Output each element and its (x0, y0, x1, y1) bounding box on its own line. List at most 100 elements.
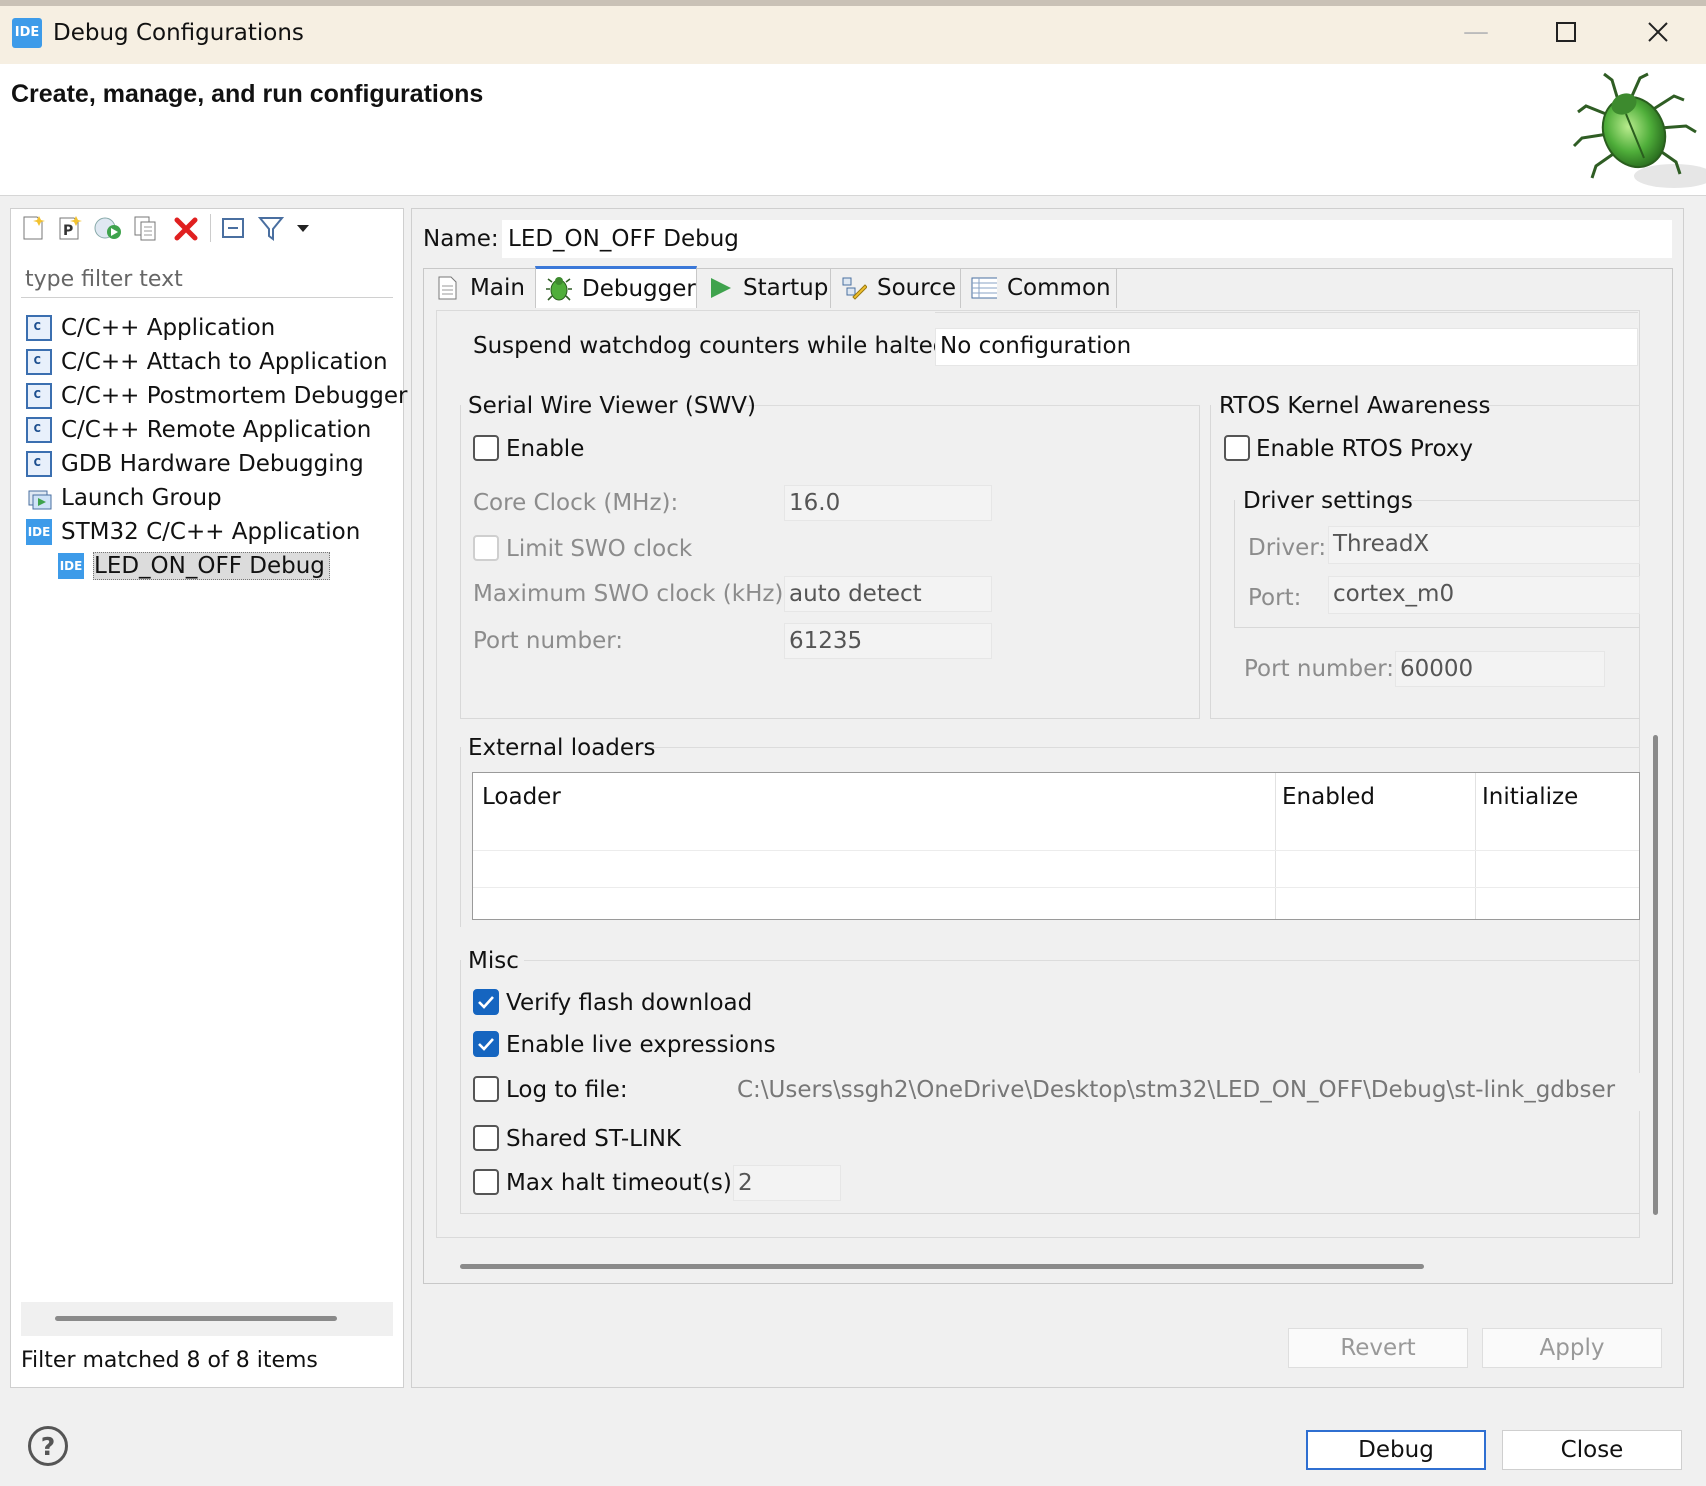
maximize-button[interactable] (1526, 8, 1606, 56)
duplicate-config-button[interactable] (130, 212, 160, 244)
debug-configurations-window: IDE Debug Configurations — Create, manag… (0, 0, 1706, 1486)
prototype-icon: P (59, 216, 82, 240)
loader-column-header[interactable]: Loader (482, 784, 561, 810)
filter-icon (257, 217, 285, 241)
tree-item-label: C/C++ Attach to Application (61, 349, 388, 375)
shared-stlink-label: Shared ST-LINK (506, 1126, 682, 1152)
clipped-group-edge (935, 312, 1638, 313)
c-config-icon: c (26, 451, 52, 477)
tree-item[interactable]: c C/C++ Application (26, 311, 396, 345)
max-halt-timeout-checkbox[interactable] (473, 1169, 499, 1195)
tab-source-label: Source (877, 275, 956, 301)
tree-item-label: STM32 C/C++ Application (61, 519, 361, 545)
help-icon[interactable]: ? (28, 1426, 68, 1466)
shared-stlink-checkbox[interactable] (473, 1125, 499, 1151)
rtos-group-line (1478, 405, 1640, 406)
close-button[interactable]: Close (1502, 1430, 1682, 1470)
c-config-icon: c (26, 349, 52, 375)
tree-item[interactable]: IDE LED_ON_OFF Debug (26, 549, 396, 583)
delete-config-button[interactable] (172, 212, 202, 244)
tree-item[interactable]: c C/C++ Attach to Application (26, 345, 396, 379)
swv-port-label: Port number: (473, 628, 624, 654)
filter-button[interactable] (256, 212, 286, 244)
live-expressions-label: Enable live expressions (506, 1032, 776, 1058)
initialize-column-header[interactable]: Initialize (1482, 784, 1578, 810)
debug-button[interactable]: Debug (1306, 1430, 1486, 1470)
export-config-button[interactable] (92, 212, 122, 244)
ide-icon: IDE (26, 519, 52, 545)
driver-label: Driver: (1248, 535, 1327, 561)
svg-text:P: P (63, 223, 73, 239)
limit-swo-label: Limit SWO clock (506, 536, 693, 562)
rtos-port-number-field[interactable]: 60000 (1395, 651, 1605, 687)
export-icon (94, 217, 121, 239)
verify-flash-checkbox[interactable] (473, 989, 499, 1015)
app-icon: IDE (12, 18, 42, 48)
checkmark-icon (478, 1038, 494, 1051)
c-config-icon: c (26, 383, 52, 409)
swv-enable-label: Enable (506, 436, 585, 462)
loaders-group-title: External loaders (468, 735, 656, 761)
tree-item-label: Launch Group (61, 485, 222, 511)
apply-button[interactable]: Apply (1482, 1328, 1662, 1368)
swv-enable-checkbox[interactable] (473, 435, 499, 461)
tree-item[interactable]: Launch Group (26, 481, 396, 515)
name-label: Name: (423, 226, 499, 252)
watchdog-select[interactable]: No configuration (935, 328, 1638, 366)
maximize-icon (1556, 22, 1576, 42)
log-to-file-label: Log to file: (506, 1077, 628, 1103)
swv-group-title: Serial Wire Viewer (SWV) (468, 393, 756, 419)
limit-swo-checkbox[interactable] (473, 535, 499, 561)
tab-source[interactable]: Source (831, 268, 961, 308)
new-config-button[interactable] (18, 212, 48, 244)
max-halt-timeout-field[interactable]: 2 (733, 1165, 841, 1201)
tab-common[interactable]: Common (961, 268, 1117, 308)
log-file-path-field[interactable]: C:\Users\ssgh2\OneDrive\Desktop\stm32\LE… (733, 1073, 1640, 1111)
rtos-enable-checkbox[interactable] (1224, 435, 1250, 461)
filter-input[interactable] (21, 262, 393, 298)
delete-icon (174, 217, 198, 241)
revert-button[interactable]: Revert (1288, 1328, 1468, 1368)
tab-startup[interactable]: Startup (697, 268, 831, 308)
column-separator (1275, 773, 1276, 919)
rtos-port-number-label: Port number: (1244, 656, 1395, 682)
left-scrollbar-thumb[interactable] (55, 1316, 337, 1321)
rtos-port-select[interactable]: cortex_m0 (1328, 576, 1640, 614)
close-icon (1648, 22, 1668, 42)
tree-item[interactable]: c C/C++ Remote Application (26, 413, 396, 447)
collapse-all-button[interactable] (218, 212, 248, 244)
vertical-scrollbar-thumb[interactable] (1653, 735, 1658, 1215)
window-title: Debug Configurations (53, 20, 304, 46)
tab-debugger[interactable]: Debugger (535, 266, 697, 308)
tree-item[interactable]: c C/C++ Postmortem Debugger (26, 379, 408, 413)
checkmark-icon (478, 996, 494, 1009)
source-tab-icon (841, 275, 867, 301)
live-expressions-checkbox[interactable] (473, 1031, 499, 1057)
name-field[interactable] (502, 220, 1672, 258)
c-config-icon: c (26, 315, 52, 341)
tab-debugger-label: Debugger (582, 275, 696, 302)
misc-group-title: Misc (468, 948, 519, 974)
tree-item-label: GDB Hardware Debugging (61, 451, 364, 477)
filter-status: Filter matched 8 of 8 items (21, 1348, 318, 1373)
core-clock-field[interactable]: 16.0 (784, 485, 992, 521)
toolbar-divider (210, 214, 211, 242)
tree-item[interactable]: c GDB Hardware Debugging (26, 447, 396, 481)
loaders-table[interactable] (472, 772, 1640, 920)
enabled-column-header[interactable]: Enabled (1282, 784, 1375, 810)
log-to-file-checkbox[interactable] (473, 1076, 499, 1102)
minimize-button[interactable]: — (1436, 8, 1516, 56)
max-halt-timeout-label: Max halt timeout(s): (506, 1170, 740, 1196)
tab-common-label: Common (1007, 275, 1111, 301)
tree-item[interactable]: IDE STM32 C/C++ Application (26, 515, 396, 549)
driver-select[interactable]: ThreadX (1328, 526, 1640, 564)
max-swo-field[interactable]: auto detect (784, 576, 992, 612)
horizontal-scrollbar-thumb[interactable] (460, 1264, 1424, 1269)
tab-main[interactable]: Main (424, 268, 536, 308)
tab-startup-label: Startup (743, 275, 829, 301)
view-menu-button[interactable] (292, 212, 314, 244)
configuration-tree: c C/C++ Application c C/C++ Attach to Appli… (26, 311, 408, 583)
new-prototype-button[interactable]: P (55, 212, 85, 244)
close-window-button[interactable] (1618, 8, 1698, 56)
swv-port-field[interactable]: 61235 (784, 623, 992, 659)
